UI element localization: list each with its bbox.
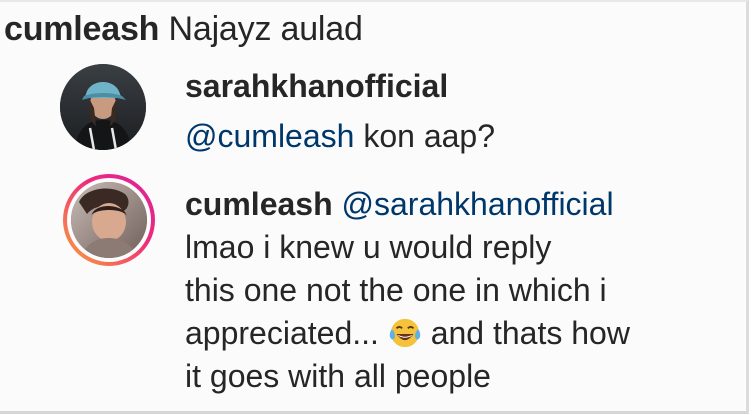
reply-text: @cumleash kon aap?	[185, 115, 495, 158]
reply-username-line: cumleash @sarahkhanofficial	[185, 182, 614, 226]
mention-link[interactable]: @sarahkhanofficial	[342, 186, 614, 222]
reply-item: sarahkhanofficial @cumleash kon aap?	[0, 58, 749, 158]
comment-username[interactable]: cumleash	[4, 10, 159, 48]
parent-comment: cumleash Najayz aulad	[4, 6, 363, 52]
reply-username[interactable]: cumleash	[185, 186, 333, 222]
face-with-tears-of-joy-icon	[389, 318, 421, 348]
reply-username-line: sarahkhanofficial	[185, 64, 448, 108]
reply-text-segment: appreciated...	[185, 315, 379, 351]
reply-text-line: lmao i knew u would reply	[185, 229, 552, 265]
reply-username[interactable]: sarahkhanofficial	[185, 68, 448, 104]
reply-text-content: kon aap?	[354, 118, 495, 154]
reply-text-line: this one not the one in which i	[185, 272, 607, 308]
profile-photo-icon	[60, 64, 146, 150]
screenshot-frame: cumleash Najayz aulad sarahkhanofficial …	[0, 0, 749, 414]
comment-text: Najayz aulad	[168, 10, 363, 48]
story-ring[interactable]	[63, 174, 155, 266]
reply-item: cumleash @sarahkhanofficial lmao i knew …	[0, 170, 749, 410]
mention-link[interactable]: @cumleash	[185, 118, 354, 154]
reply-text: lmao i knew u would reply this one not t…	[185, 226, 630, 398]
reply-text-line-with-emoji: appreciated... and thats how	[185, 312, 630, 355]
profile-photo-icon	[71, 182, 147, 258]
avatar[interactable]	[60, 64, 146, 150]
reply-text-line: it goes with all people	[185, 358, 491, 394]
reply-text-segment: and thats how	[430, 315, 630, 351]
avatar[interactable]	[71, 182, 147, 258]
